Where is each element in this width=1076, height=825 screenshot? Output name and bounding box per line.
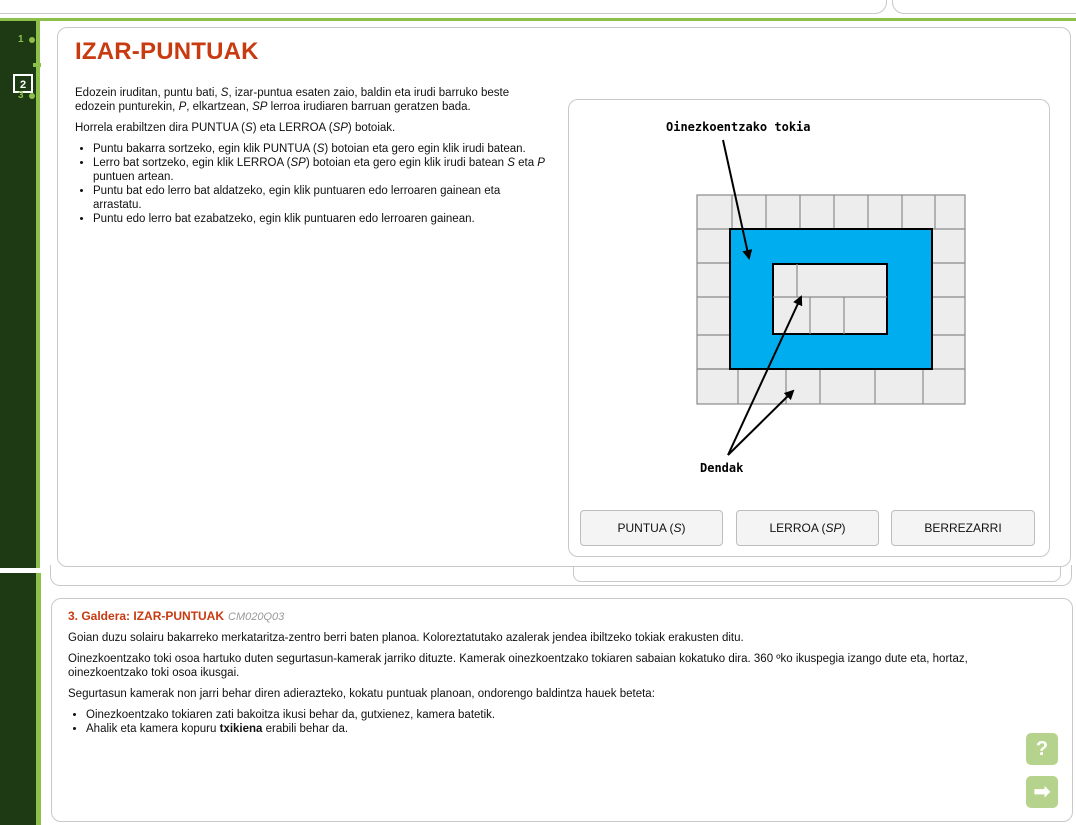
question-body: Goian duzu solairu bakarreko merkataritz… bbox=[68, 631, 1028, 736]
top-divider bbox=[0, 18, 1076, 21]
question-heading: 3. Galdera: IZAR-PUNTUAK CM020Q03 bbox=[68, 609, 284, 623]
shops-inner-area bbox=[772, 263, 888, 335]
question-title: 3. Galdera: IZAR-PUNTUAK bbox=[68, 609, 225, 623]
instruction-item: Lerro bat sortzeko, egin klik LERROA (SP… bbox=[93, 156, 545, 184]
condition-emphasis: txikiena bbox=[219, 723, 263, 735]
instruction-item: Puntu bat edo lerro bat aldatzeko, egin … bbox=[93, 184, 545, 212]
question-code: CM020Q03 bbox=[228, 611, 285, 623]
next-arrow-icon[interactable]: ➡ bbox=[1026, 776, 1058, 808]
question-paragraph-1: Goian duzu solairu bakarreko merkataritz… bbox=[68, 632, 744, 644]
condition-text-end: erabili behar da. bbox=[262, 723, 349, 735]
instruction-item: Puntu edo lerro bat ezabatzeko, egin kli… bbox=[93, 212, 545, 226]
nav-step-1[interactable]: 1 bbox=[18, 34, 24, 45]
intro-paragraph-2: Horrela erabiltzen dira PUNTUA (S) eta L… bbox=[75, 122, 396, 134]
question-paragraph-2: Oinezkoentzako toki osoa hartuko duten s… bbox=[68, 653, 968, 679]
stimulus-title: IZAR-PUNTUAK bbox=[75, 38, 259, 65]
top-toolbar-left bbox=[0, 0, 887, 14]
condition-text: Ahalik eta kamera kopuru bbox=[86, 723, 220, 735]
nav-step-3-marker bbox=[29, 93, 35, 99]
help-button[interactable]: ? bbox=[1026, 733, 1058, 765]
nav-step-3[interactable]: 3 bbox=[18, 90, 24, 101]
step-sidebar: 1 2 3 bbox=[0, 21, 36, 568]
question-sidebar bbox=[0, 573, 36, 825]
figure-panel-edge bbox=[573, 565, 1061, 582]
floor-plan-figure[interactable]: Oinezkoentzako tokia Dendak bbox=[568, 99, 1050, 499]
label-pedestrian-area: Oinezkoentzako tokia bbox=[666, 120, 811, 134]
nav-step-1-marker bbox=[29, 37, 35, 43]
condition-item: Oinezkoentzako tokiaren zati bakoitza ik… bbox=[86, 708, 1028, 722]
condition-list: Oinezkoentzako tokiaren zati bakoitza ik… bbox=[68, 708, 1028, 736]
instruction-list: Puntu bakarra sortzeko, egin klik PUNTUA… bbox=[75, 142, 545, 226]
condition-item: Ahalik eta kamera kopuru txikiena erabil… bbox=[86, 722, 1028, 736]
label-shops: Dendak bbox=[700, 461, 744, 475]
question-sidebar-accent bbox=[36, 573, 41, 825]
current-step-connector bbox=[33, 63, 41, 67]
line-button[interactable]: LERROA (SP) bbox=[736, 510, 879, 546]
point-button[interactable]: PUNTUA (S) bbox=[580, 510, 723, 546]
stimulus-instructions: Edozein iruditan, puntu bati, S, izar-pu… bbox=[75, 86, 545, 226]
instruction-item: Puntu bakarra sortzeko, egin klik PUNTUA… bbox=[93, 142, 545, 156]
sidebar-accent bbox=[36, 21, 40, 568]
question-paragraph-3: Segurtasun kamerak non jarri behar diren… bbox=[68, 688, 655, 700]
reset-button[interactable]: BERREZARRI bbox=[891, 510, 1035, 546]
top-toolbar-right bbox=[892, 0, 1076, 14]
intro-paragraph-1: Edozein iruditan, puntu bati, S, izar-pu… bbox=[75, 87, 510, 113]
